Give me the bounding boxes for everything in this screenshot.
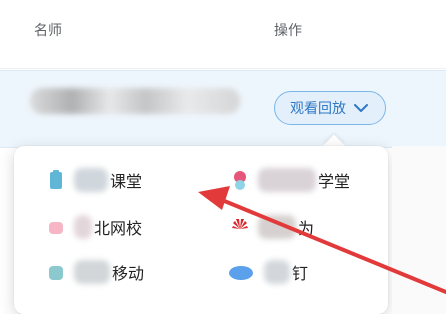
red-arrow-annotation xyxy=(198,186,446,294)
